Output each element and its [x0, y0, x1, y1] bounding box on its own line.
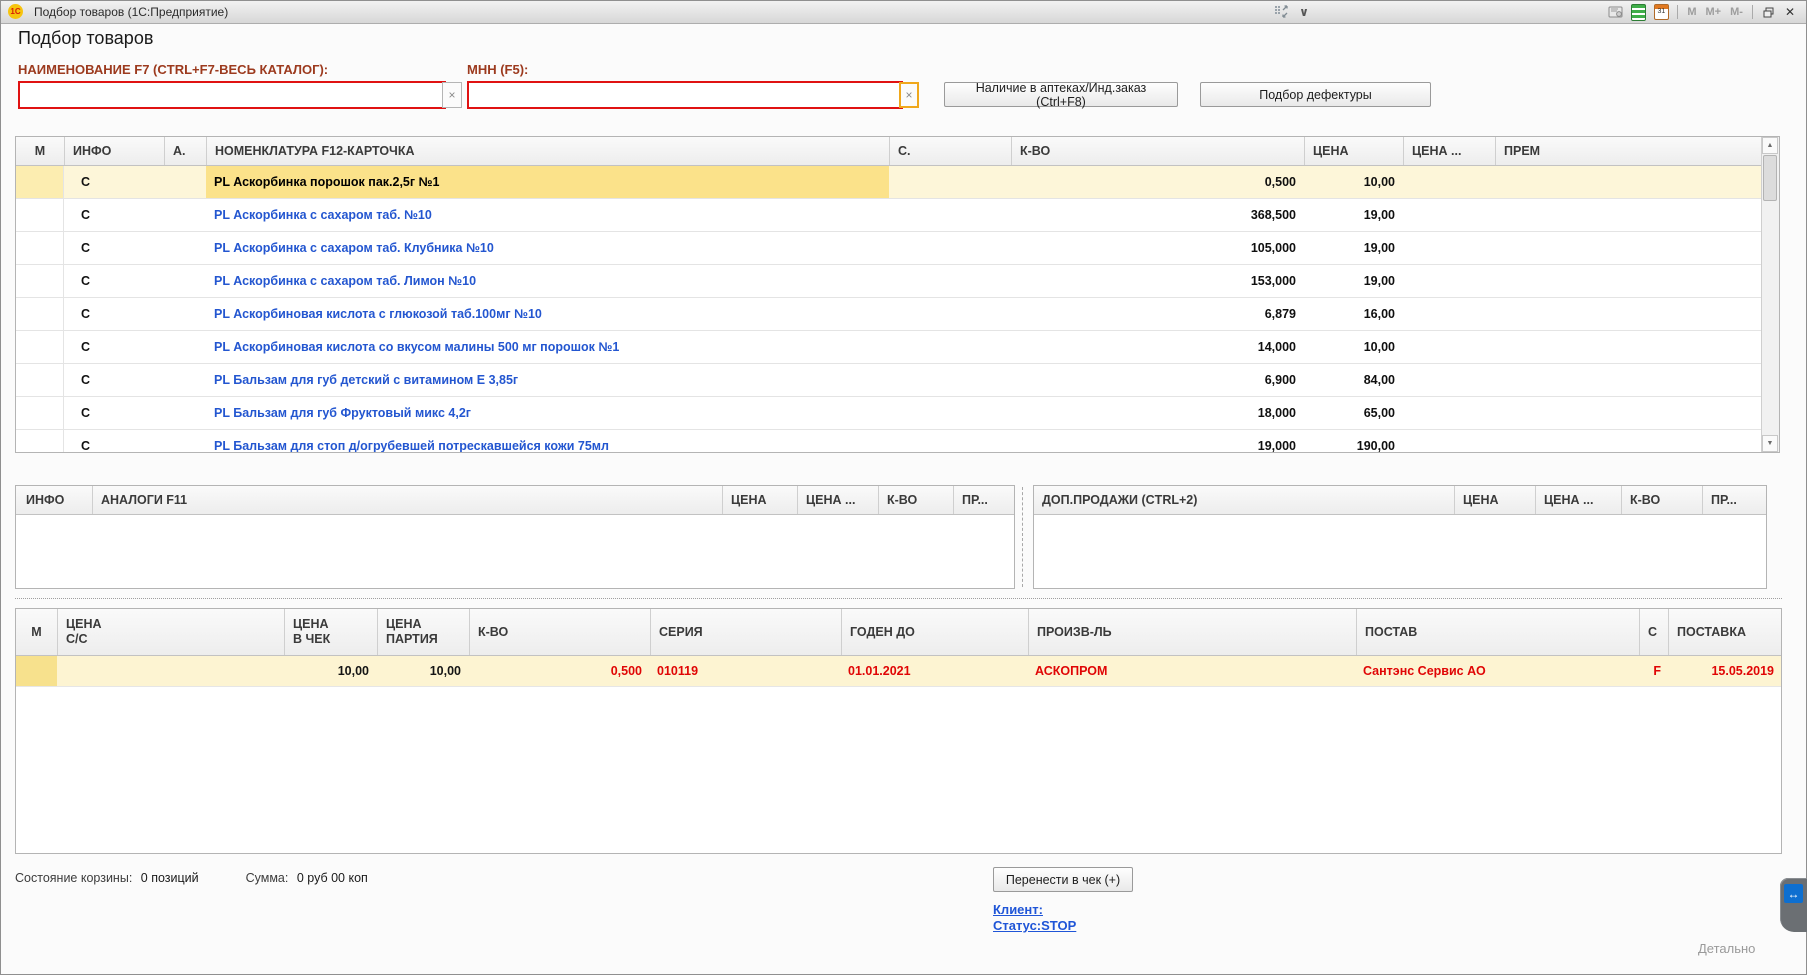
column-header-series[interactable]: СЕРИЯ: [650, 609, 841, 655]
table-row[interactable]: С PL Аскорбиновая кислота со вкусом мали…: [16, 331, 1764, 364]
status-link[interactable]: Статус:STOP: [993, 918, 1076, 933]
catalog-header: М ИНФО А. НОМЕНКЛАТУРА F12-КАРТОЧКА С. К…: [16, 137, 1764, 166]
column-header-upsell[interactable]: ДОП.ПРОДАЖИ (CTRL+2): [1034, 486, 1454, 514]
app-window: 1С Подбор товаров (1С:Предприятие) ∨: [0, 0, 1807, 975]
name-filter-label: НАИМЕНОВАНИЕ F7 (CTRL+F7-ВЕСЬ КАТАЛОГ):: [18, 62, 328, 77]
column-header-price-batch[interactable]: ЦЕНАПАРТИЯ: [377, 609, 469, 655]
page-title: Подбор товаров: [18, 28, 153, 49]
basket-status: Состояние корзины: 0 позиций Сумма: 0 ру…: [15, 871, 368, 885]
analogs-table: ИНФО АНАЛОГИ F11 ЦЕНА ЦЕНА ... К-ВО ПР..…: [15, 485, 1015, 589]
memory-indicator-m-minus: M-: [1728, 6, 1745, 18]
detail-toggle[interactable]: Детально: [1698, 941, 1755, 956]
column-header-price[interactable]: ЦЕНА: [1454, 486, 1535, 514]
column-header-prem[interactable]: ПРЕМ: [1495, 137, 1764, 165]
column-header-price[interactable]: ЦЕНА: [722, 486, 797, 514]
column-header-m[interactable]: М: [16, 609, 57, 655]
column-header-analogs[interactable]: АНАЛОГИ F11: [92, 486, 722, 514]
column-header-c[interactable]: С: [1639, 609, 1668, 655]
restore-window-icon[interactable]: [1760, 7, 1777, 18]
column-header-price2[interactable]: ЦЕНА ...: [1403, 137, 1495, 165]
catalog-body: С PL Аскорбинка порошок пак.2,5г №1 0,50…: [16, 166, 1764, 453]
vertical-splitter[interactable]: [1022, 487, 1023, 587]
basket-label: Состояние корзины:: [15, 871, 132, 885]
availability-button[interactable]: Наличие в аптеках/Инд.заказ (Ctrl+F8): [944, 82, 1178, 107]
column-header-s[interactable]: С.: [889, 137, 1011, 165]
resize-arrow-icon: ↔: [1784, 884, 1803, 903]
column-header-pr[interactable]: ПР...: [1702, 486, 1766, 514]
column-header-price2[interactable]: ЦЕНА ...: [1535, 486, 1621, 514]
column-header-m[interactable]: М: [16, 137, 64, 165]
table-row[interactable]: С PL Аскорбиновая кислота с глюкозой таб…: [16, 298, 1764, 331]
table-row[interactable]: С PL Бальзам для стоп д/огрубевшей потре…: [16, 430, 1764, 453]
scroll-down-button[interactable]: ▼: [1762, 435, 1778, 452]
table-row[interactable]: С PL Бальзам для губ детский с витамином…: [16, 364, 1764, 397]
column-header-a[interactable]: А.: [164, 137, 206, 165]
sum-value: 0 руб 00 коп: [297, 871, 368, 885]
column-header-delivery[interactable]: ПОСТАВКА: [1668, 609, 1781, 655]
app-logo-icon[interactable]: 1С: [8, 4, 23, 19]
window-title: Подбор товаров (1С:Предприятие): [34, 5, 228, 19]
column-header-qty[interactable]: К-ВО: [1011, 137, 1304, 165]
column-header-qty[interactable]: К-ВО: [1621, 486, 1702, 514]
column-header-price2[interactable]: ЦЕНА ...: [797, 486, 878, 514]
mnn-clear-button[interactable]: ×: [899, 82, 919, 108]
calendar-icon[interactable]: 31: [1652, 3, 1670, 21]
basket-value: 0 позиций: [141, 871, 199, 885]
column-header-price[interactable]: ЦЕНА: [1304, 137, 1403, 165]
batches-header: М ЦЕНАС/С ЦЕНАВ ЧЕК ЦЕНАПАРТИЯ К-ВО СЕРИ…: [16, 609, 1781, 656]
column-header-supplier[interactable]: ПОСТАВ: [1356, 609, 1639, 655]
column-header-qty[interactable]: К-ВО: [878, 486, 953, 514]
upsell-table: ДОП.ПРОДАЖИ (CTRL+2) ЦЕНА ЦЕНА ... К-ВО …: [1033, 485, 1767, 589]
name-clear-button[interactable]: ×: [442, 82, 462, 108]
table-row[interactable]: С PL Аскорбинка с сахаром таб. Лимон №10…: [16, 265, 1764, 298]
analogs-header: ИНФО АНАЛОГИ F11 ЦЕНА ЦЕНА ... К-ВО ПР..…: [16, 486, 1014, 515]
batches-table: М ЦЕНАС/С ЦЕНАВ ЧЕК ЦЕНАПАРТИЯ К-ВО СЕРИ…: [15, 608, 1782, 854]
column-header-pr[interactable]: ПР...: [953, 486, 1014, 514]
memory-indicator-m-plus: M+: [1704, 6, 1724, 18]
defect-selection-button[interactable]: Подбор дефектуры: [1200, 82, 1431, 107]
catalog-table: М ИНФО А. НОМЕНКЛАТУРА F12-КАРТОЧКА С. К…: [15, 136, 1780, 453]
table-row[interactable]: С PL Аскорбинка с сахаром таб. Клубника …: [16, 232, 1764, 265]
sum-label: Сумма:: [246, 871, 289, 885]
column-header-expiry[interactable]: ГОДЕН ДО: [841, 609, 1028, 655]
vertical-scrollbar[interactable]: ▲ ▼: [1761, 137, 1779, 452]
transfer-to-check-button[interactable]: Перенести в чек (+): [993, 867, 1133, 892]
scroll-up-button[interactable]: ▲: [1762, 137, 1778, 154]
chevron-down-icon[interactable]: ∨: [1295, 3, 1313, 21]
service-doc-icon[interactable]: [1606, 3, 1624, 21]
client-link[interactable]: Клиент:: [993, 902, 1043, 917]
column-header-info[interactable]: ИНФО: [16, 486, 92, 514]
close-icon[interactable]: ✕: [1782, 5, 1798, 19]
column-header-price-cost[interactable]: ЦЕНАС/С: [57, 609, 284, 655]
table-row[interactable]: С PL Аскорбинка с сахаром таб. №10 368,5…: [16, 199, 1764, 232]
table-row-selected[interactable]: С PL Аскорбинка порошок пак.2,5г №1 0,50…: [16, 166, 1764, 199]
column-header-price-check[interactable]: ЦЕНАВ ЧЕК: [284, 609, 377, 655]
table-row[interactable]: С PL Бальзам для губ Фруктовый микс 4,2г…: [16, 397, 1764, 430]
dock-panel-icon[interactable]: [1273, 3, 1291, 21]
scrollbar-thumb[interactable]: [1763, 155, 1777, 201]
column-header-manufacturer[interactable]: ПРОИЗВ-ЛЬ: [1028, 609, 1356, 655]
mnn-filter-label: МНН (F5):: [467, 62, 528, 77]
calculator-icon[interactable]: [1629, 3, 1647, 21]
name-filter-input[interactable]: [18, 81, 446, 109]
column-header-qty[interactable]: К-ВО: [469, 609, 650, 655]
column-header-nomenclature[interactable]: НОМЕНКЛАТУРА F12-КАРТОЧКА: [206, 137, 889, 165]
memory-indicator-m: M: [1685, 6, 1698, 18]
upsell-header: ДОП.ПРОДАЖИ (CTRL+2) ЦЕНА ЦЕНА ... К-ВО …: [1034, 486, 1766, 515]
titlebar: 1С Подбор товаров (1С:Предприятие) ∨: [1, 1, 1806, 24]
batch-row-selected[interactable]: 10,00 10,00 0,500 010119 01.01.2021 АСКО…: [16, 656, 1781, 687]
mnn-filter-input[interactable]: [467, 81, 903, 109]
horizontal-splitter[interactable]: [15, 598, 1782, 599]
remote-panel-tab[interactable]: ↔: [1780, 878, 1807, 932]
column-header-info[interactable]: ИНФО: [64, 137, 164, 165]
